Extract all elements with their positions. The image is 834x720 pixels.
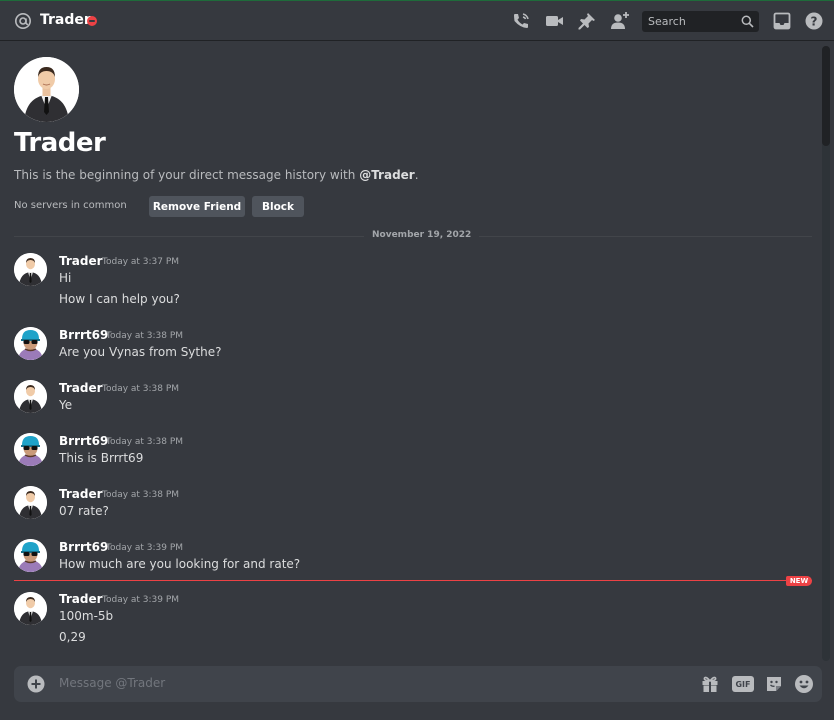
trader-avatar[interactable]	[14, 592, 47, 625]
message-input[interactable]: Message @Trader	[59, 676, 165, 690]
trader-avatar[interactable]	[14, 380, 47, 413]
profile-avatar[interactable]	[14, 57, 79, 122]
message-author[interactable]: Trader	[59, 592, 103, 606]
message-timestamp: Today at 3:37 PM	[102, 257, 180, 267]
message-author[interactable]: Brrrt69	[59, 328, 108, 342]
message-author[interactable]: Brrrt69	[59, 434, 108, 448]
message-text: Ye	[59, 398, 73, 412]
new-messages-badge: NEW	[786, 576, 812, 586]
message-text: Are you Vynas from Sythe?	[59, 345, 222, 359]
remove-friend-button[interactable]: Remove Friend	[149, 196, 245, 217]
intro-handle: @Trader	[359, 168, 415, 182]
message-author[interactable]: Brrrt69	[59, 540, 108, 554]
svg-text:?: ?	[811, 14, 818, 28]
gif-icon[interactable]: GIF	[732, 676, 754, 692]
message-author[interactable]: Trader	[59, 254, 103, 268]
message-text: 100m-5b	[59, 609, 114, 623]
help-icon[interactable]: ?	[804, 11, 824, 31]
video-call-icon[interactable]	[544, 11, 564, 31]
gift-icon[interactable]	[700, 674, 720, 694]
sticker-icon[interactable]	[764, 674, 784, 694]
message-text: How I can help you?	[59, 292, 180, 306]
inbox-icon[interactable]	[772, 11, 792, 31]
at-icon	[15, 13, 31, 29]
message-timestamp: Today at 3:38 PM	[106, 437, 184, 447]
channel-header: Trader Search ?	[0, 0, 834, 41]
do-not-disturb-status-icon	[87, 16, 97, 26]
message-timestamp: Today at 3:39 PM	[106, 543, 184, 553]
message-text: How much are you looking for and rate?	[59, 557, 301, 571]
brrrt69-avatar[interactable]	[14, 539, 47, 572]
new-messages-divider	[14, 580, 812, 581]
message-author[interactable]: Trader	[59, 381, 103, 395]
intro-text: This is the beginning of your direct mes…	[14, 168, 360, 182]
search-input[interactable]: Search	[642, 11, 759, 32]
date-divider-label: November 19, 2022	[364, 230, 480, 240]
pin-icon[interactable]	[577, 11, 597, 31]
message-text: 0,29	[59, 630, 86, 644]
conversation-intro: This is the beginning of your direct mes…	[14, 168, 419, 182]
message-timestamp: Today at 3:38 PM	[102, 384, 180, 394]
add-friend-icon[interactable]	[610, 11, 630, 31]
message-text: This is Brrrt69	[59, 451, 144, 465]
message-text: Hi	[59, 271, 72, 285]
message-author[interactable]: Trader	[59, 487, 103, 501]
message-text: 07 rate?	[59, 504, 109, 518]
profile-name: Trader	[14, 128, 106, 158]
message-timestamp: Today at 3:39 PM	[102, 595, 180, 605]
message-timestamp: Today at 3:38 PM	[102, 490, 180, 500]
block-button[interactable]: Block	[252, 196, 304, 217]
trader-avatar[interactable]	[14, 486, 47, 519]
channel-title: Trader	[40, 12, 91, 28]
add-attachment-icon[interactable]	[27, 675, 45, 693]
brrrt69-avatar[interactable]	[14, 327, 47, 360]
no-servers-in-common: No servers in common	[14, 200, 127, 211]
search-icon	[741, 15, 754, 28]
brrrt69-avatar[interactable]	[14, 433, 47, 466]
scrollbar-thumb[interactable]	[822, 46, 830, 146]
phone-call-icon[interactable]	[511, 11, 531, 31]
trader-avatar[interactable]	[14, 253, 47, 286]
message-composer: Message @Trader GIF	[14, 666, 822, 702]
emoji-icon[interactable]	[794, 674, 814, 694]
intro-suffix: .	[414, 168, 419, 182]
search-placeholder: Search	[648, 15, 686, 28]
message-timestamp: Today at 3:38 PM	[106, 331, 184, 341]
